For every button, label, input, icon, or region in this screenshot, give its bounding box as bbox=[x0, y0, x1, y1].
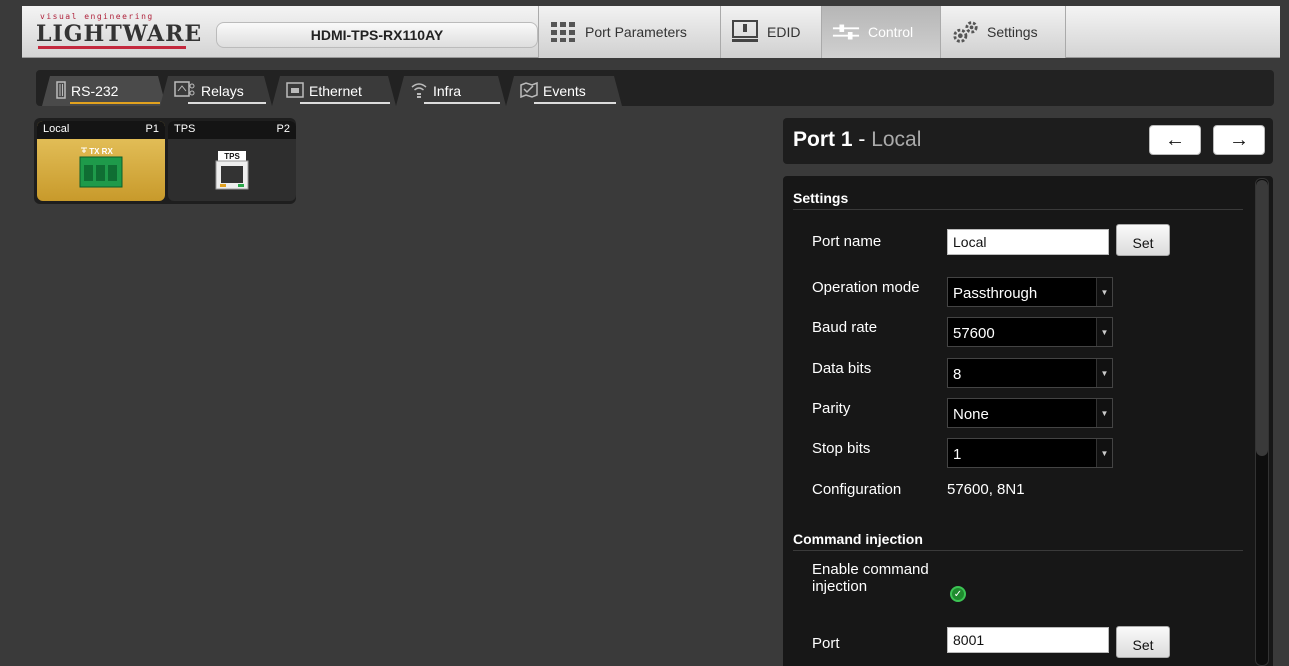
command-injection-section-title: Command injection bbox=[793, 531, 923, 547]
enable-command-injection-checkbox[interactable]: ✓ bbox=[950, 586, 966, 602]
wifi-icon bbox=[410, 81, 428, 102]
tab-port-parameters-label: Port Parameters bbox=[585, 24, 687, 40]
data-bits-value: 8 bbox=[953, 366, 962, 383]
tab-edid[interactable]: EDID bbox=[720, 6, 821, 58]
subtab-ethernet-label: Ethernet bbox=[309, 83, 362, 99]
serial-icon bbox=[56, 80, 66, 102]
grid-icon bbox=[549, 19, 577, 45]
gears-icon bbox=[951, 19, 979, 45]
port-tile-name: Local bbox=[43, 123, 70, 135]
subtab-bar: RS-232 Relays Ethernet Infra Events bbox=[36, 70, 1274, 106]
operation-mode-value: Passthrough bbox=[953, 285, 1038, 302]
command-port-label: Port bbox=[812, 635, 840, 652]
configuration-label: Configuration bbox=[812, 481, 902, 498]
subtab-infra[interactable]: Infra bbox=[396, 76, 506, 106]
command-port-set-button[interactable]: Set bbox=[1116, 626, 1170, 658]
prev-port-button[interactable]: ← bbox=[1149, 125, 1201, 155]
device-name-field[interactable]: HDMI-TPS-RX110AY bbox=[216, 22, 538, 48]
tab-port-parameters[interactable]: Port Parameters bbox=[538, 6, 720, 58]
data-bits-select[interactable]: 8 ▼ bbox=[947, 358, 1113, 388]
chevron-down-icon: ▼ bbox=[1096, 318, 1112, 346]
parity-value: None bbox=[953, 406, 989, 423]
port-list: Local P1 TX RX TPS P2 TPS bbox=[34, 118, 296, 204]
data-bits-label: Data bits bbox=[812, 360, 872, 377]
scrollbar-thumb[interactable] bbox=[1256, 180, 1268, 456]
logo-underline bbox=[38, 46, 186, 49]
stop-bits-value: 1 bbox=[953, 446, 962, 463]
subtab-relays-label: Relays bbox=[201, 83, 244, 99]
tab-control[interactable]: Control bbox=[821, 6, 940, 58]
chevron-down-icon: ▼ bbox=[1096, 399, 1112, 427]
baud-rate-label: Baud rate bbox=[812, 319, 878, 336]
port-tile-tps[interactable]: TPS P2 TPS bbox=[168, 121, 296, 201]
stop-bits-select[interactable]: 1 ▼ bbox=[947, 438, 1113, 468]
tab-control-label: Control bbox=[868, 24, 914, 40]
chevron-down-icon: ▼ bbox=[1096, 278, 1112, 306]
chevron-down-icon: ▼ bbox=[1096, 439, 1112, 467]
checkmark-icon: ✓ bbox=[953, 588, 963, 600]
subtab-relays[interactable]: Relays bbox=[160, 76, 272, 106]
arrow-left-icon: ← bbox=[1165, 128, 1185, 151]
port-settings-panel: Settings Port name Set Operation mode Pa… bbox=[783, 176, 1273, 666]
port-name-label: Port name bbox=[812, 233, 882, 250]
port-tile-id: P1 bbox=[145, 123, 159, 135]
settings-section-title: Settings bbox=[793, 190, 849, 206]
baud-rate-value: 57600 bbox=[953, 325, 995, 342]
ethernet-icon bbox=[286, 81, 304, 101]
next-port-button[interactable]: → bbox=[1213, 125, 1265, 155]
tab-settings-label: Settings bbox=[987, 24, 1038, 40]
subtab-events-label: Events bbox=[543, 83, 586, 99]
port-detail-header: Port 1 - Local ← → bbox=[783, 118, 1273, 164]
port-name-input[interactable] bbox=[947, 229, 1109, 255]
settings-scrollbar[interactable] bbox=[1253, 178, 1273, 666]
subtab-rs232-label: RS-232 bbox=[71, 83, 119, 99]
subtab-rs232[interactable]: RS-232 bbox=[42, 76, 166, 106]
tab-edid-label: EDID bbox=[767, 24, 801, 40]
logo-tagline: visual engineering bbox=[40, 12, 154, 21]
lightware-logo: visual engineering LIGHTWARE bbox=[36, 12, 201, 52]
subtab-infra-label: Infra bbox=[433, 83, 462, 99]
port-detail-title: Port 1 - Local bbox=[793, 128, 922, 151]
relay-icon bbox=[174, 80, 196, 102]
subtab-events[interactable]: Events bbox=[506, 76, 622, 106]
parity-label: Parity bbox=[812, 400, 851, 417]
port-tile-local[interactable]: Local P1 TX RX bbox=[37, 121, 165, 201]
parity-select[interactable]: None ▼ bbox=[947, 398, 1113, 428]
port-tile-id: P2 bbox=[276, 123, 290, 135]
operation-mode-select[interactable]: Passthrough ▼ bbox=[947, 277, 1113, 307]
subtab-ethernet[interactable]: Ethernet bbox=[272, 76, 396, 106]
phoenix-connector-icon: TX RX bbox=[77, 145, 125, 191]
operation-mode-label: Operation mode bbox=[812, 279, 920, 296]
top-header: visual engineering LIGHTWARE HDMI-TPS-RX… bbox=[22, 6, 1280, 58]
configuration-value: 57600, 8N1 bbox=[947, 481, 1025, 498]
baud-rate-select[interactable]: 57600 ▼ bbox=[947, 317, 1113, 347]
tab-settings[interactable]: Settings bbox=[940, 6, 1066, 58]
port-tile-name: TPS bbox=[174, 123, 196, 135]
stop-bits-label: Stop bits bbox=[812, 440, 871, 457]
chevron-down-icon: ▼ bbox=[1096, 359, 1112, 387]
sliders-icon bbox=[832, 19, 860, 45]
logo-text: LIGHTWARE bbox=[36, 21, 203, 47]
port-connector-label: TPS bbox=[224, 152, 240, 161]
monitor-icon bbox=[731, 19, 759, 45]
arrow-right-icon: → bbox=[1229, 128, 1249, 151]
rj45-icon: TPS bbox=[208, 145, 256, 191]
events-icon bbox=[520, 81, 538, 101]
enable-command-injection-label: Enable command injection bbox=[812, 561, 929, 595]
port-name-set-button[interactable]: Set bbox=[1116, 224, 1170, 256]
command-port-input[interactable] bbox=[947, 627, 1109, 653]
port-connector-label: TX RX bbox=[89, 147, 113, 156]
